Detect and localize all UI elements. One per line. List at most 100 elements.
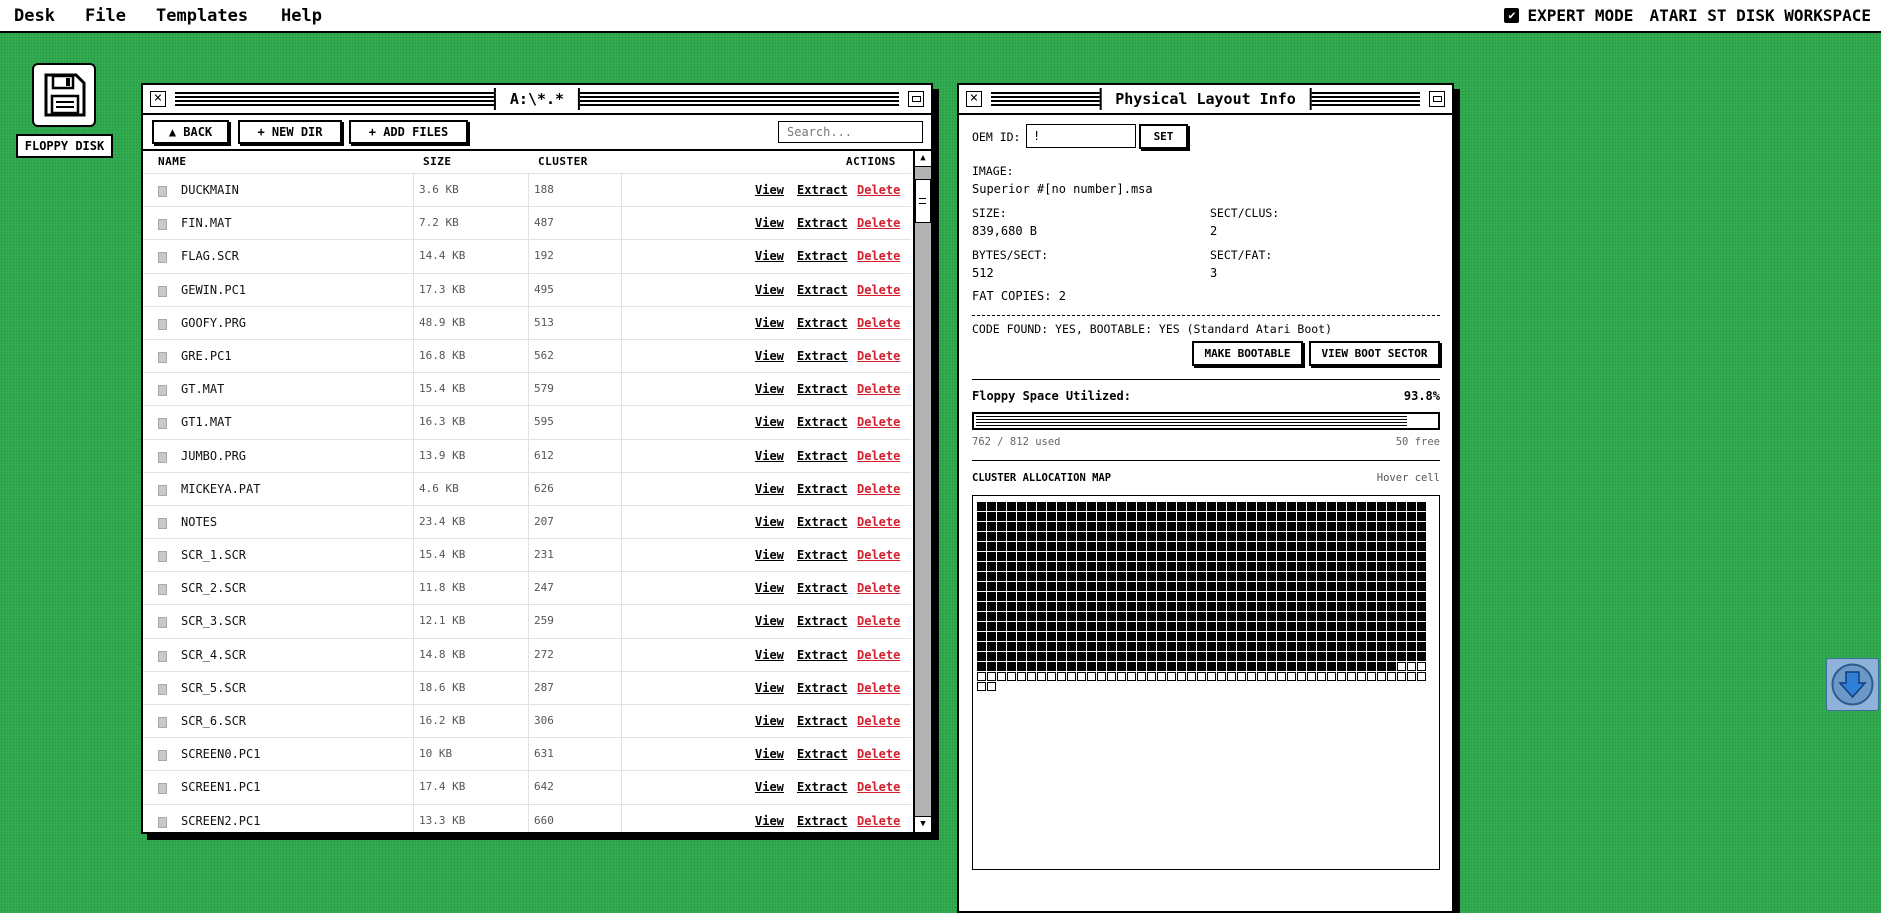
cluster-cell-used[interactable] [1187, 652, 1196, 661]
set-button[interactable]: SET [1139, 124, 1188, 149]
file-row[interactable]: SCR_1.SCR 15.4 KB 231 View Extract Delete [143, 538, 911, 572]
cluster-cell-used[interactable] [1267, 542, 1276, 551]
cluster-cell-used[interactable] [1187, 572, 1196, 581]
cluster-cell-free[interactable] [1407, 672, 1416, 681]
cluster-cell-used[interactable] [1217, 522, 1226, 531]
cluster-cell-used[interactable] [1137, 632, 1146, 641]
cluster-cell-used[interactable] [1267, 592, 1276, 601]
file-name[interactable]: NOTES [181, 515, 217, 529]
cluster-cell-used[interactable] [1257, 502, 1266, 511]
file-name[interactable]: GEWIN.PC1 [181, 283, 246, 297]
cluster-cell-used[interactable] [1307, 562, 1316, 571]
cluster-cell-used[interactable] [1127, 632, 1136, 641]
delete-link[interactable]: Delete [857, 283, 900, 297]
delete-link[interactable]: Delete [857, 747, 900, 761]
cluster-cell-used[interactable] [1187, 642, 1196, 651]
cluster-cell-used[interactable] [1177, 582, 1186, 591]
cluster-cell-used[interactable] [1107, 612, 1116, 621]
cluster-cell-used[interactable] [1117, 512, 1126, 521]
cluster-cell-used[interactable] [1337, 592, 1346, 601]
scroll-up-icon[interactable]: ▲ [915, 151, 931, 167]
cluster-cell-used[interactable] [1117, 602, 1126, 611]
delete-link[interactable]: Delete [857, 648, 900, 662]
cluster-cell-used[interactable] [1247, 512, 1256, 521]
menu-help[interactable]: Help [281, 6, 322, 26]
cluster-cell-used[interactable] [1207, 522, 1216, 531]
cluster-cell-used[interactable] [1397, 522, 1406, 531]
file-name[interactable]: SCR_1.SCR [181, 548, 246, 562]
cluster-cell-used[interactable] [1197, 552, 1206, 561]
file-name[interactable]: SCR_6.SCR [181, 714, 246, 728]
cluster-cell-used[interactable] [1247, 532, 1256, 541]
cluster-cell-used[interactable] [1227, 562, 1236, 571]
cluster-cell-used[interactable] [1307, 652, 1316, 661]
cluster-cell-used[interactable] [1177, 572, 1186, 581]
cluster-cell-used[interactable] [1097, 602, 1106, 611]
expert-mode-toggle[interactable]: ✔ EXPERT MODE ATARI ST DISK WORKSPACE [1504, 6, 1871, 25]
file-name[interactable]: SCR_5.SCR [181, 681, 246, 695]
cluster-cell-used[interactable] [1267, 512, 1276, 521]
cluster-cell-used[interactable] [1087, 602, 1096, 611]
cluster-cell-used[interactable] [1137, 592, 1146, 601]
cluster-cell-used[interactable] [1217, 582, 1226, 591]
cluster-cell-used[interactable] [1077, 612, 1086, 621]
cluster-cell-free[interactable] [1367, 672, 1376, 681]
cluster-cell-used[interactable] [1157, 522, 1166, 531]
extract-link[interactable]: Extract [797, 183, 848, 197]
extract-link[interactable]: Extract [797, 449, 848, 463]
cluster-cell-used[interactable] [1007, 502, 1016, 511]
cluster-cell-used[interactable] [1287, 502, 1296, 511]
cluster-cell-used[interactable] [1287, 642, 1296, 651]
cluster-cell-used[interactable] [1177, 592, 1186, 601]
cluster-cell-free[interactable] [1187, 672, 1196, 681]
cluster-cell-used[interactable] [1237, 552, 1246, 561]
cluster-cell-used[interactable] [1357, 542, 1366, 551]
cluster-cell-used[interactable] [997, 652, 1006, 661]
cluster-cell-used[interactable] [1047, 602, 1056, 611]
cluster-cell-used[interactable] [1207, 652, 1216, 661]
vertical-scrollbar[interactable]: ▲ ▼ [913, 151, 931, 832]
cluster-cell-used[interactable] [1407, 552, 1416, 561]
cluster-cell-used[interactable] [1327, 602, 1336, 611]
cluster-cell-used[interactable] [1057, 632, 1066, 641]
cluster-cell-used[interactable] [977, 572, 986, 581]
cluster-cell-used[interactable] [1067, 652, 1076, 661]
cluster-cell-used[interactable] [1297, 512, 1306, 521]
cluster-cell-used[interactable] [1147, 562, 1156, 571]
cluster-cell-used[interactable] [1217, 652, 1226, 661]
cluster-cell-used[interactable] [1207, 592, 1216, 601]
cluster-cell-used[interactable] [1187, 592, 1196, 601]
cluster-cell-used[interactable] [1117, 612, 1126, 621]
cluster-cell-used[interactable] [1067, 532, 1076, 541]
cluster-cell-used[interactable] [1097, 592, 1106, 601]
cluster-cell-used[interactable] [1247, 542, 1256, 551]
cluster-cell-used[interactable] [1217, 632, 1226, 641]
cluster-cell-used[interactable] [1107, 572, 1116, 581]
cluster-cell-used[interactable] [1037, 512, 1046, 521]
cluster-cell-used[interactable] [1387, 632, 1396, 641]
cluster-cell-used[interactable] [977, 562, 986, 571]
cluster-cell-used[interactable] [1077, 642, 1086, 651]
cluster-cell-used[interactable] [1047, 632, 1056, 641]
cluster-cell-used[interactable] [1207, 642, 1216, 651]
cluster-cell-used[interactable] [1017, 552, 1026, 561]
cluster-cell-used[interactable] [1407, 532, 1416, 541]
cluster-cell-used[interactable] [1097, 512, 1106, 521]
cluster-cell-free[interactable] [1267, 672, 1276, 681]
cluster-cell-used[interactable] [1267, 602, 1276, 611]
cluster-cell-used[interactable] [1137, 642, 1146, 651]
cluster-cell-used[interactable] [1297, 642, 1306, 651]
cluster-cell-used[interactable] [1357, 632, 1366, 641]
cluster-cell-used[interactable] [1187, 622, 1196, 631]
cluster-cell-free[interactable] [1387, 672, 1396, 681]
cluster-cell-free[interactable] [1247, 672, 1256, 681]
cluster-cell-used[interactable] [977, 662, 986, 671]
file-name[interactable]: DUCKMAIN [181, 183, 239, 197]
cluster-cell-used[interactable] [1177, 562, 1186, 571]
cluster-cell-used[interactable] [1337, 562, 1346, 571]
cluster-cell-used[interactable] [1157, 612, 1166, 621]
cluster-cell-used[interactable] [987, 612, 996, 621]
cluster-cell-used[interactable] [1337, 602, 1346, 611]
cluster-cell-used[interactable] [1227, 592, 1236, 601]
cluster-cell-used[interactable] [1327, 512, 1336, 521]
